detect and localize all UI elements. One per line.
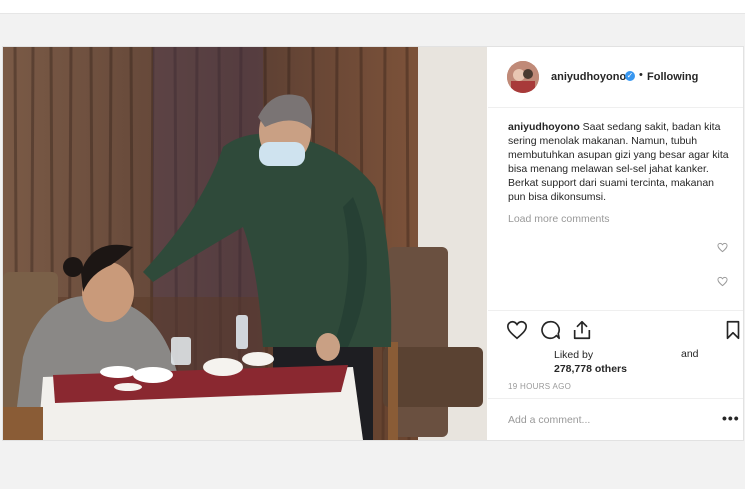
avatar[interactable] [507,61,539,93]
header-username[interactable]: aniyudhoyono [551,71,626,83]
instagram-post: aniyudhoyono ✓ • Following aniyudhoyono … [2,46,744,441]
share-icon[interactable] [571,319,593,341]
post-timestamp[interactable]: 19 HOURS AGO [508,382,571,391]
more-options-icon[interactable]: ••• [722,410,740,426]
post-sidebar: aniyudhoyono ✓ • Following aniyudhoyono … [488,47,743,440]
heart-icon[interactable] [506,319,528,341]
caption-username[interactable]: aniyudhoyono [508,121,580,133]
likes-count[interactable]: 278,778 others [554,363,627,375]
separator-dot: • [639,69,643,81]
post-photo-illustration [3,47,487,440]
caption: aniyudhoyono Saat sedang sakit, badan ki… [508,120,730,204]
load-more-comments-button[interactable]: Load more comments [508,213,610,225]
following-button[interactable]: Following [647,71,698,83]
actions-divider [488,310,743,312]
page-bottom-area [0,445,745,489]
browser-top-strip [0,0,745,14]
caption-text: Saat sedang sakit, badan kita sering men… [508,121,729,203]
liked-by-label: Liked by [554,349,594,361]
comment-icon[interactable] [539,319,561,341]
liked-by-and: and [681,348,699,360]
post-header: aniyudhoyono ✓ • Following [488,47,743,108]
avatar-image [507,61,539,93]
add-comment-input[interactable] [508,411,698,429]
comment-like-heart-icon[interactable] [717,242,728,253]
bookmark-icon[interactable] [722,319,744,341]
post-photo[interactable] [3,47,487,440]
add-comment-section: ••• [488,398,743,441]
verified-badge-icon: ✓ [625,71,635,81]
comment-like-heart-icon[interactable] [717,276,728,287]
